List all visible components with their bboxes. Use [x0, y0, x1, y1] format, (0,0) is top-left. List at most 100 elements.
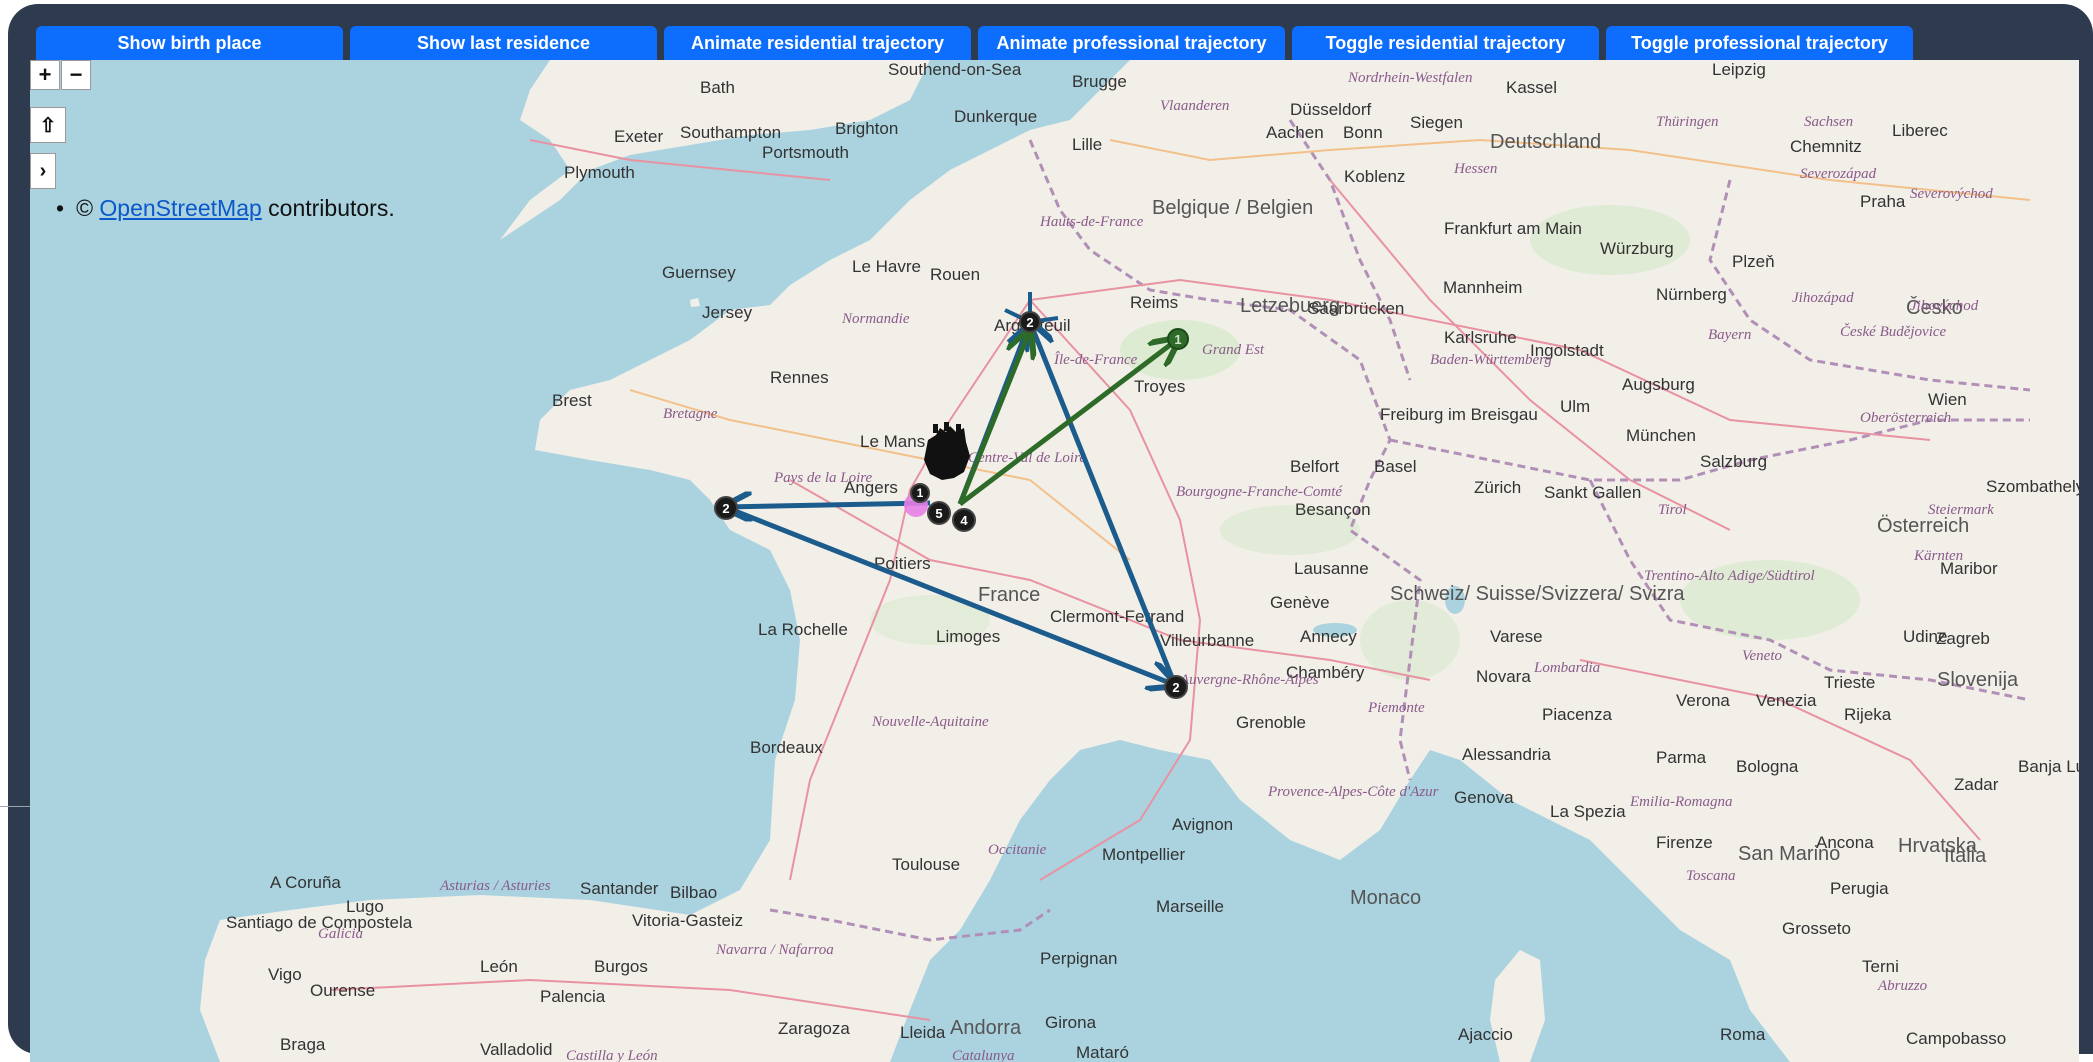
map-label: Kärnten	[1913, 548, 1963, 564]
map-label: Santander	[580, 879, 659, 898]
map-label: Mataró	[1076, 1043, 1129, 1062]
map-label: Auvergne-Rhône-Alpes	[1179, 672, 1319, 688]
map-label: Novara	[1476, 667, 1531, 686]
map-label: Bologna	[1736, 757, 1799, 776]
map-label: Freiburg im Breisgau	[1380, 405, 1538, 424]
map-label: Jihovýchod	[1910, 298, 1979, 314]
animate-professional-trajectory-button[interactable]: Animate professional trajectory	[978, 26, 1285, 60]
map-label: Varese	[1490, 627, 1543, 646]
map-label: Piacenza	[1542, 705, 1612, 724]
trajectory-marker[interactable]: 1	[910, 483, 930, 503]
map-label: Düsseldorf	[1290, 100, 1372, 119]
map-label: Rijeka	[1844, 705, 1892, 724]
map-label-country: France	[978, 584, 1040, 606]
map-label-country: Hrvatska	[1898, 835, 1978, 857]
left-edge-divider	[0, 806, 30, 807]
map-label: Severovýchod	[1910, 186, 1993, 202]
toggle-residential-trajectory-button[interactable]: Toggle residential trajectory	[1292, 26, 1599, 60]
map-label: Normandie	[841, 311, 910, 327]
trajectory-marker[interactable]: 1	[1167, 328, 1189, 350]
trajectory-marker[interactable]: 2	[1019, 311, 1041, 333]
map-label: Vlaanderen	[1160, 98, 1229, 114]
land-corsica	[1490, 950, 1545, 1062]
map-label: Exeter	[614, 127, 663, 146]
map-label: Praha	[1860, 192, 1906, 211]
map-label: Trentino-Alto Adige/Südtirol	[1644, 568, 1815, 584]
map-label: Ajaccio	[1458, 1025, 1513, 1044]
map-label: Ulm	[1560, 397, 1590, 416]
home-icon[interactable]: ⇧	[30, 107, 66, 143]
map-label: A Coruña	[270, 873, 341, 892]
map-label: Avignon	[1172, 815, 1233, 834]
show-last-residence-button[interactable]: Show last residence	[350, 26, 657, 60]
map-label: Castilla y León	[566, 1048, 658, 1062]
map-label: Besançon	[1295, 500, 1371, 519]
map-label: Brighton	[835, 119, 898, 138]
map-label: Trieste	[1824, 673, 1875, 692]
map-label: Zürich	[1474, 478, 1521, 497]
map-label: Zagreb	[1936, 629, 1990, 648]
show-birth-place-button[interactable]: Show birth place	[36, 26, 343, 60]
map-label-country: Deutschland	[1490, 131, 1601, 153]
map-label-country: Monaco	[1350, 887, 1421, 909]
map-label: Basel	[1374, 457, 1417, 476]
map-label: Le Havre	[852, 257, 921, 276]
toggle-professional-trajectory-button[interactable]: Toggle professional trajectory	[1606, 26, 1913, 60]
map-label: Ancona	[1816, 833, 1874, 852]
zoom-in-button[interactable]: +	[30, 60, 60, 90]
map-label: Würzburg	[1600, 239, 1674, 258]
trajectory-marker[interactable]: 4	[952, 508, 976, 532]
map-label: Parma	[1656, 748, 1707, 767]
map-label: Baden-Württemberg	[1430, 352, 1552, 368]
map-label: Liberec	[1892, 121, 1948, 140]
map-label: Bath	[700, 78, 735, 97]
trajectory-marker[interactable]: 2	[1164, 675, 1188, 699]
map-label: Troyes	[1134, 377, 1185, 396]
map-label: Navarra / Nafarroa	[715, 942, 834, 958]
map-label: Plymouth	[564, 163, 635, 182]
map-label: Hessen	[1453, 161, 1497, 177]
map-label: Mannheim	[1443, 278, 1522, 297]
trajectory-marker[interactable]: 2	[714, 496, 738, 520]
animate-residential-trajectory-button[interactable]: Animate residential trajectory	[664, 26, 971, 60]
openstreetmap-link[interactable]: OpenStreetMap	[99, 195, 261, 221]
map-label: Sachsen	[1804, 114, 1853, 130]
expand-attribution-button[interactable]: ›	[30, 153, 56, 189]
map-label-country: Slovenija	[1937, 669, 2019, 691]
map-label: Montpellier	[1102, 845, 1185, 864]
zoom-out-button[interactable]: −	[61, 60, 91, 90]
map-label: Wien	[1928, 390, 1967, 409]
map-label: León	[480, 957, 518, 976]
map-label: Marseille	[1156, 897, 1224, 916]
map-label-country: Österreich	[1877, 515, 1969, 537]
trajectory-marker[interactable]: 5	[927, 501, 951, 525]
map-label: Campobasso	[1906, 1029, 2006, 1048]
map-label: Vitoria-Gasteiz	[632, 911, 743, 930]
map-viewport[interactable]: Deutschland Belgique / Belgien Letzebuer…	[30, 60, 2079, 1062]
map-label: Karlsruhe	[1444, 328, 1517, 347]
map-label: Ourense	[310, 981, 375, 1000]
map-label: Saarbrücken	[1308, 299, 1404, 318]
map-label: Toscana	[1686, 868, 1735, 884]
map-label: Vigo	[268, 965, 302, 984]
map-label: Southampton	[680, 123, 781, 142]
map-label: Zadar	[1954, 775, 1999, 794]
map-label: Rennes	[770, 368, 829, 387]
map-label: Augsburg	[1622, 375, 1695, 394]
map-label: Zaragoza	[778, 1019, 850, 1038]
map-label: Roma	[1720, 1025, 1766, 1044]
map-label: Genova	[1454, 788, 1514, 807]
map-label: Venezia	[1756, 691, 1817, 710]
map-label: Aachen	[1266, 123, 1324, 142]
attribution-suffix: contributors.	[261, 195, 395, 221]
map-label: Catalunya	[952, 1048, 1015, 1062]
map-label: Banja Luka	[2018, 757, 2079, 776]
map-label: Szombathely	[1986, 477, 2079, 496]
map-label: Asturias / Asturies	[439, 878, 551, 894]
map-label: Piemonte	[1367, 700, 1425, 716]
map-label: Kassel	[1506, 78, 1557, 97]
map-label: Grosseto	[1782, 919, 1851, 938]
map-label: Girona	[1045, 1013, 1097, 1032]
map-label: Jersey	[702, 303, 753, 322]
map-label: Annecy	[1300, 627, 1357, 646]
